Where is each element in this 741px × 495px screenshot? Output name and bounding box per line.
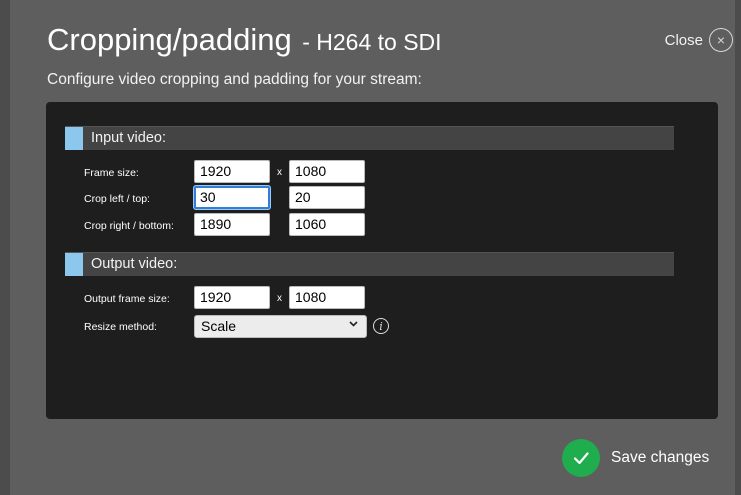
input-video-heading: Input video: <box>91 130 166 146</box>
frame-size-label: Frame size: <box>84 167 139 179</box>
dimension-separator: x <box>277 167 282 178</box>
section-accent-swatch <box>65 253 83 276</box>
crop-left-input[interactable]: 30 <box>194 186 270 209</box>
crop-right-bottom-label: Crop right / bottom: <box>84 220 174 232</box>
dialog-title-stream: - H264 to SDI <box>302 29 442 55</box>
resize-method-value: Scale <box>201 318 237 334</box>
output-frame-size-label: Output frame size: <box>84 293 170 305</box>
resize-method-select[interactable]: Scale <box>194 315 367 338</box>
output-video-heading: Output video: <box>91 256 178 272</box>
close-label: Close <box>664 31 703 49</box>
overlay-edge-left <box>0 0 10 495</box>
crop-bottom-input[interactable]: 1060 <box>289 213 365 236</box>
resize-method-label: Resize method: <box>84 321 157 333</box>
save-changes-button[interactable]: Save changes <box>562 439 709 477</box>
section-accent-swatch <box>65 127 83 150</box>
info-icon[interactable]: i <box>373 318 389 334</box>
settings-panel: Input video: Frame size: 1920 x 1080 Cro… <box>46 102 718 419</box>
dialog-title: Cropping/padding - H264 to SDI <box>47 22 442 58</box>
checkmark-icon[interactable] <box>562 439 600 477</box>
crop-left-top-label: Crop left / top: <box>84 193 150 205</box>
input-video-section-header: Input video: <box>65 126 674 150</box>
output-width-input[interactable]: 1920 <box>194 286 270 309</box>
output-video-section-header: Output video: <box>65 252 674 276</box>
close-circle-icon[interactable]: × <box>709 28 733 52</box>
dialog-title-main: Cropping/padding <box>47 22 292 57</box>
crop-right-input[interactable]: 1890 <box>194 213 270 236</box>
crop-top-input[interactable]: 20 <box>289 186 365 209</box>
dimension-separator: x <box>277 293 282 304</box>
output-height-input[interactable]: 1080 <box>289 286 365 309</box>
frame-height-input[interactable]: 1080 <box>289 160 365 183</box>
close-button[interactable]: Close × <box>665 28 733 52</box>
overlay-edge-right <box>735 0 741 495</box>
chevron-down-icon <box>348 318 359 332</box>
frame-width-input[interactable]: 1920 <box>194 160 270 183</box>
dialog-description: Configure video cropping and padding for… <box>47 71 422 88</box>
save-changes-label: Save changes <box>611 449 710 466</box>
